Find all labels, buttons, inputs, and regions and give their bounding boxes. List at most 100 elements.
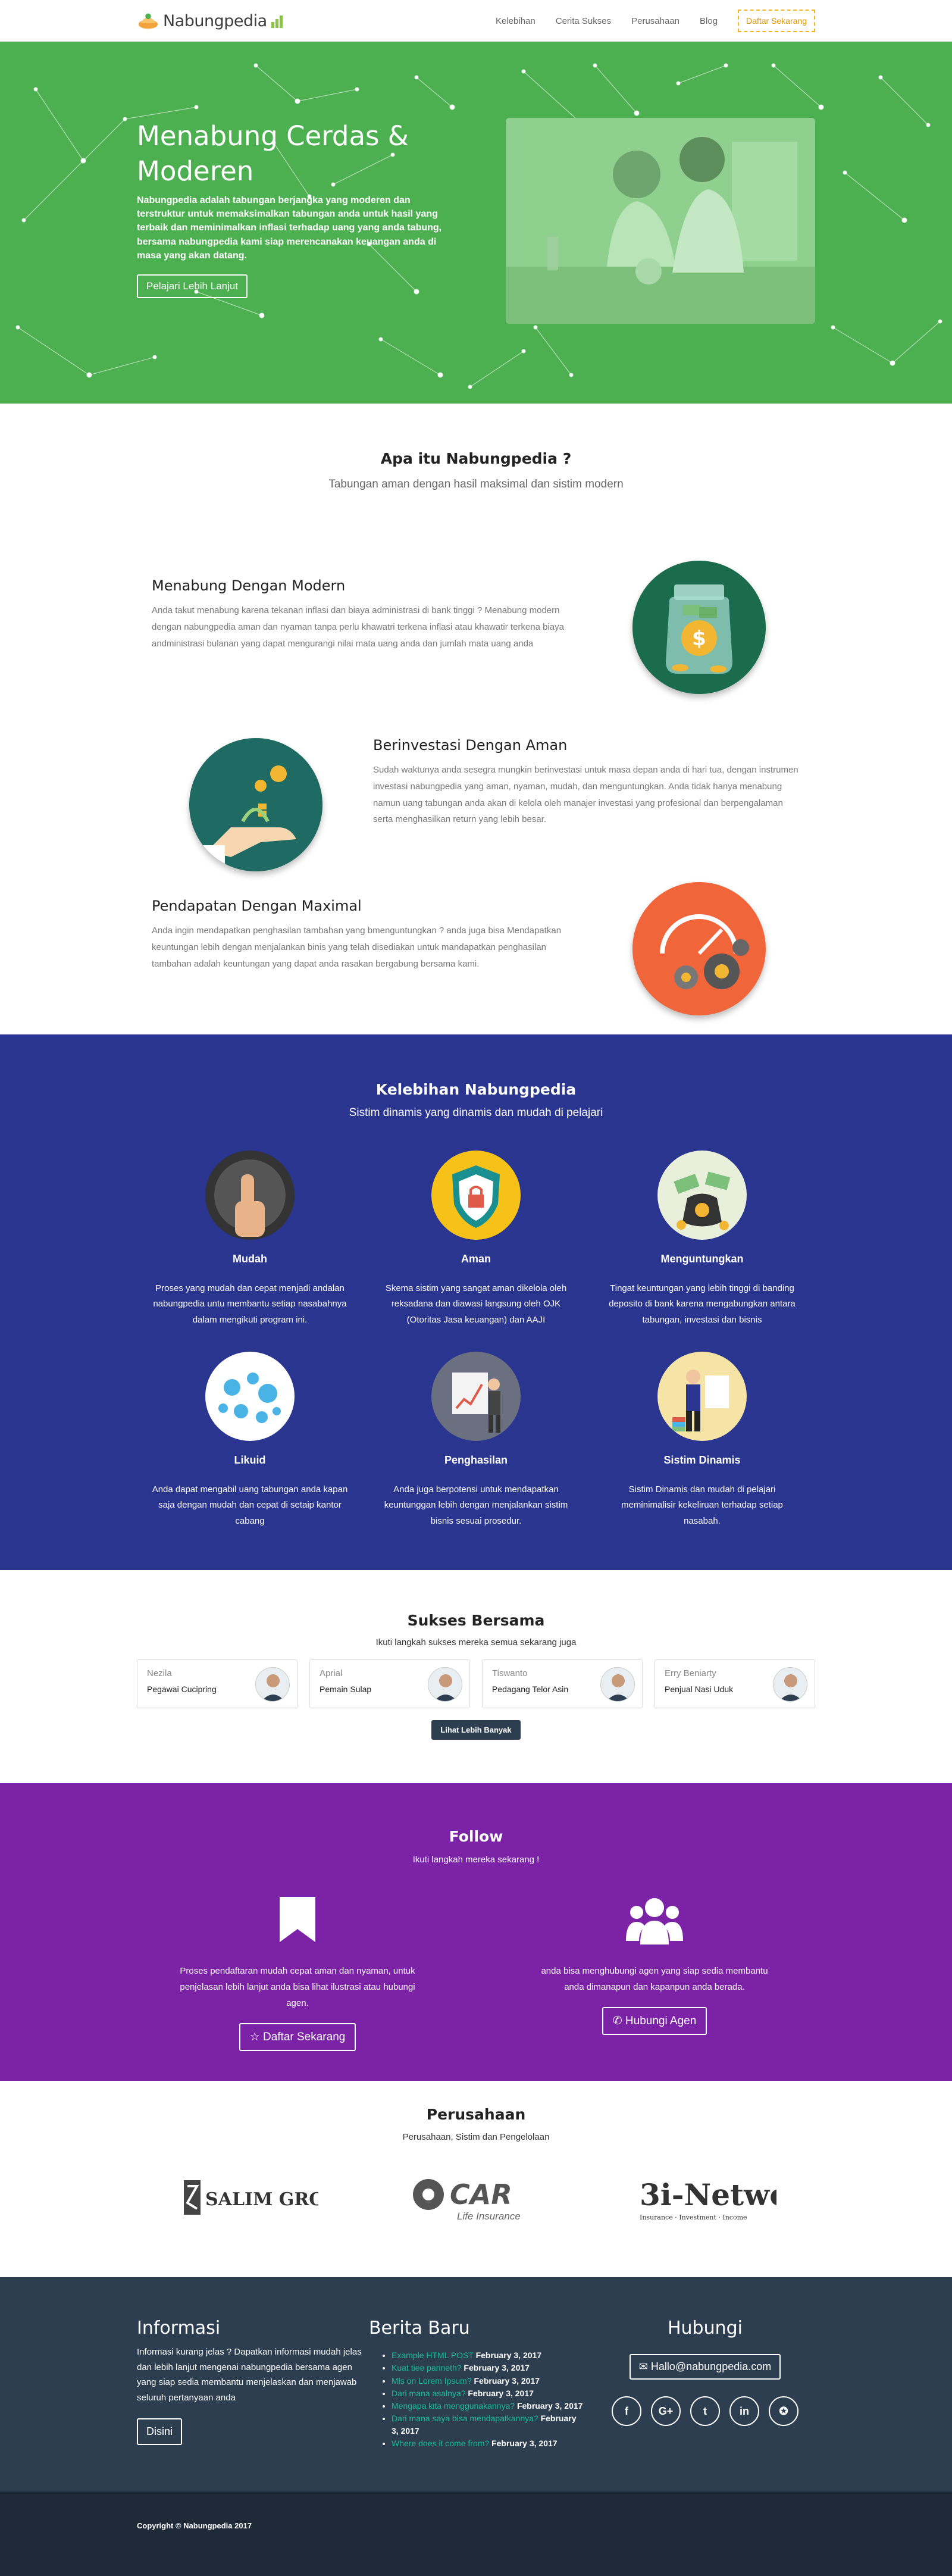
top-navbar: Nabungpedia Kelebihan Cerita Sukses Peru…: [0, 0, 952, 42]
teacher-books-icon: [657, 1352, 747, 1441]
news-date: February 3, 2017: [474, 2375, 540, 2386]
advantage-item: Penghasilan Anda juga berpotensi untuk m…: [363, 1352, 589, 1529]
hand-coins-icon: [189, 738, 322, 871]
linkedin-icon[interactable]: in: [729, 2396, 759, 2426]
email-button[interactable]: ✉ Hallo@nabungpedia.com: [629, 2354, 781, 2380]
success-section: Sukses Bersama Ikuti langkah sukses mere…: [0, 1570, 952, 1783]
about-title: Apa itu Nabungpedia ?: [380, 450, 572, 467]
avatar: [773, 1667, 807, 1702]
advantage-text: Anda dapat mengabil uang tabungan anda k…: [152, 1484, 348, 1526]
growth-bars-icon: [271, 15, 283, 28]
advantages-subtitle: Sistim dinamis yang dinamis dan mudah di…: [349, 1106, 603, 1119]
copyright-bar: Copyright © Nabungpedia 2017: [0, 2491, 952, 2576]
news-item: Kuat tiee parineth? February 3, 2017: [392, 2362, 583, 2374]
advantage-item: Aman Skema sistim yang sangat aman dikel…: [363, 1151, 589, 1328]
advantage-title: Mudah: [233, 1253, 267, 1265]
news-link[interactable]: Dari mana asalnya?: [392, 2389, 466, 2398]
nav-menu: Kelebihan Cerita Sukses Perusahaan Blog …: [496, 10, 815, 32]
footer-news-title: Berita Baru: [369, 2318, 470, 2339]
register-button[interactable]: ☆ Daftar Sekarang: [239, 2023, 356, 2051]
news-item: Example HTML POST February 3, 2017: [392, 2349, 583, 2361]
footer-info-title: Informasi: [137, 2318, 221, 2339]
feature-income: Pendapatan Dengan Maximal Anda ingin men…: [152, 898, 580, 972]
news-link[interactable]: Mengapa kita menggunakannya?: [392, 2401, 515, 2411]
testimonial-card[interactable]: Aprial Pemain Sulap: [309, 1659, 470, 1708]
avatar: [428, 1667, 462, 1702]
advantage-text: Tingat keuntungan yang lebih tinggi di b…: [609, 1283, 796, 1325]
feature-modern: Menabung Dengan Modern Anda takut menabu…: [152, 577, 580, 652]
nav-daftar-button[interactable]: Daftar Sekarang: [738, 10, 815, 32]
advantage-text: Skema sistim yang sangat aman dikelola o…: [385, 1283, 567, 1325]
info-here-button[interactable]: Disini: [137, 2418, 183, 2445]
footer-contact-title: Hubungi: [667, 2318, 743, 2339]
twitter-icon[interactable]: t: [690, 2396, 720, 2426]
partner-tagline-text: Insurance · Investment · Income: [640, 2214, 747, 2221]
advantage-text: Proses yang mudah dan cepat menjadi anda…: [153, 1283, 347, 1325]
brand-logo[interactable]: Nabungpedia: [137, 10, 284, 32]
nav-link-kelebihan[interactable]: Kelebihan: [496, 16, 536, 26]
facebook-icon[interactable]: f: [612, 2396, 641, 2426]
brand-name: Nabungpedia: [163, 11, 267, 30]
feature-text: Sudah waktunya anda sesegra mungkin beri…: [373, 765, 798, 825]
news-item: Mengapa kita menggunakannya? February 3,…: [392, 2400, 583, 2412]
follow-agent-text: anda bisa menghubungi agen yang siap sed…: [541, 1966, 768, 1992]
news-link[interactable]: Mls on Lorem Ipsum?: [392, 2376, 472, 2386]
advantage-title: Likuid: [234, 1454, 266, 1466]
hero-section: Menabung Cerdas & Moderen Nabungpedia ad…: [0, 42, 952, 404]
advantage-item: Sistim Dinamis Sistim Dinamis dan mudah …: [589, 1352, 815, 1529]
news-link[interactable]: Kuat tiee parineth?: [392, 2363, 462, 2372]
news-link[interactable]: Example HTML POST: [392, 2350, 474, 2360]
footer: Informasi Informasi kurang jelas ? Dapat…: [0, 2277, 952, 2491]
news-item: Where does it come from? February 3, 201…: [392, 2437, 583, 2449]
advantage-title: Penghasilan: [444, 1454, 508, 1466]
company-section: Perusahaan Perusahaan, Sistim dan Pengel…: [0, 2081, 952, 2277]
svg-text:$: $: [692, 627, 706, 651]
news-date: February 3, 2017: [516, 2401, 583, 2411]
news-item: Dari mana asalnya? February 3, 2017: [392, 2387, 583, 2399]
feature-title: Menabung Dengan Modern: [152, 577, 346, 594]
presenter-chart-icon: [431, 1352, 521, 1441]
news-date: February 3, 2017: [475, 2350, 542, 2360]
nav-link-blog[interactable]: Blog: [700, 16, 718, 26]
news-link[interactable]: Where does it come from?: [392, 2439, 489, 2448]
news-item: Dari mana saya bisa mendapatkannya? Febr…: [392, 2412, 583, 2437]
advantage-title: Menguntungkan: [660, 1253, 744, 1265]
hero-text: Menabung Cerdas & Moderen Nabungpedia ad…: [137, 119, 458, 298]
footer-info-column: Informasi Informasi kurang jelas ? Dapat…: [137, 2318, 363, 2445]
money-jar-icon: $: [632, 561, 766, 694]
advantage-item: Mudah Proses yang mudah dan cepat menjad…: [137, 1151, 363, 1328]
google-plus-icon[interactable]: G+: [651, 2396, 681, 2426]
about-section: Apa itu Nabungpedia ? Tabungan aman deng…: [0, 404, 952, 1034]
partner-name-text: CAR: [450, 2178, 512, 2211]
footer-contact-column: Hubungi ✉ Hallo@nabungpedia.com f G+ t i…: [595, 2318, 815, 2426]
dribbble-icon[interactable]: ✪: [769, 2396, 798, 2426]
gauge-gears-icon: [632, 882, 766, 1015]
feature-title: Berinvestasi Dengan Aman: [373, 737, 568, 754]
follow-title: Follow: [449, 1828, 503, 1845]
advantage-text: Anda juga berpotensi untuk mendapatkan k…: [384, 1484, 568, 1526]
news-date: February 3, 2017: [491, 2439, 558, 2449]
nav-link-perusahaan[interactable]: Perusahaan: [631, 16, 679, 26]
success-title: Sukses Bersama: [407, 1612, 545, 1629]
advantage-title: Sistim Dinamis: [663, 1454, 741, 1466]
contact-agent-button[interactable]: ✆ Hubungi Agen: [602, 2007, 707, 2035]
testimonial-card[interactable]: Tiswanto Pedagang Telor Asin: [482, 1659, 643, 1708]
nav-link-cerita-sukses[interactable]: Cerita Sukses: [556, 16, 611, 26]
users-group-icon: [626, 1898, 683, 1944]
learn-more-button[interactable]: Pelajari Lebih Lanjut: [137, 274, 248, 298]
partner-logo-car: CAR Life Insurance: [411, 2172, 547, 2228]
success-subtitle: Ikuti langkah sukses mereka semua sekara…: [375, 1637, 577, 1647]
advantage-item: Likuid Anda dapat mengabil uang tabungan…: [137, 1352, 363, 1529]
follow-agent-column: anda bisa menghubungi agen yang siap sed…: [536, 1895, 774, 2035]
news-item: Mls on Lorem Ipsum? February 3, 2017: [392, 2375, 583, 2387]
feature-text: Anda ingin mendapatkan penghasilan tamba…: [152, 926, 562, 969]
testimonial-card[interactable]: Nezila Pegawai Cucipring: [137, 1659, 298, 1708]
feature-text: Anda takut menabung karena tekanan infla…: [152, 605, 564, 649]
testimonial-card[interactable]: Erry Beniarty Penjual Nasi Uduk: [654, 1659, 815, 1708]
see-more-button[interactable]: Lihat Lebih Banyak: [431, 1720, 521, 1740]
piggy-logo-icon: [138, 13, 158, 29]
company-subtitle: Perusahaan, Sistim dan Pengelolaan: [402, 2132, 550, 2142]
news-link[interactable]: Dari mana saya bisa mendapatkannya?: [392, 2414, 538, 2423]
news-list: Example HTML POST February 3, 2017 Kuat …: [369, 2349, 583, 2449]
advantage-text: Sistim Dinamis dan mudah di pelajari mem…: [621, 1484, 783, 1526]
